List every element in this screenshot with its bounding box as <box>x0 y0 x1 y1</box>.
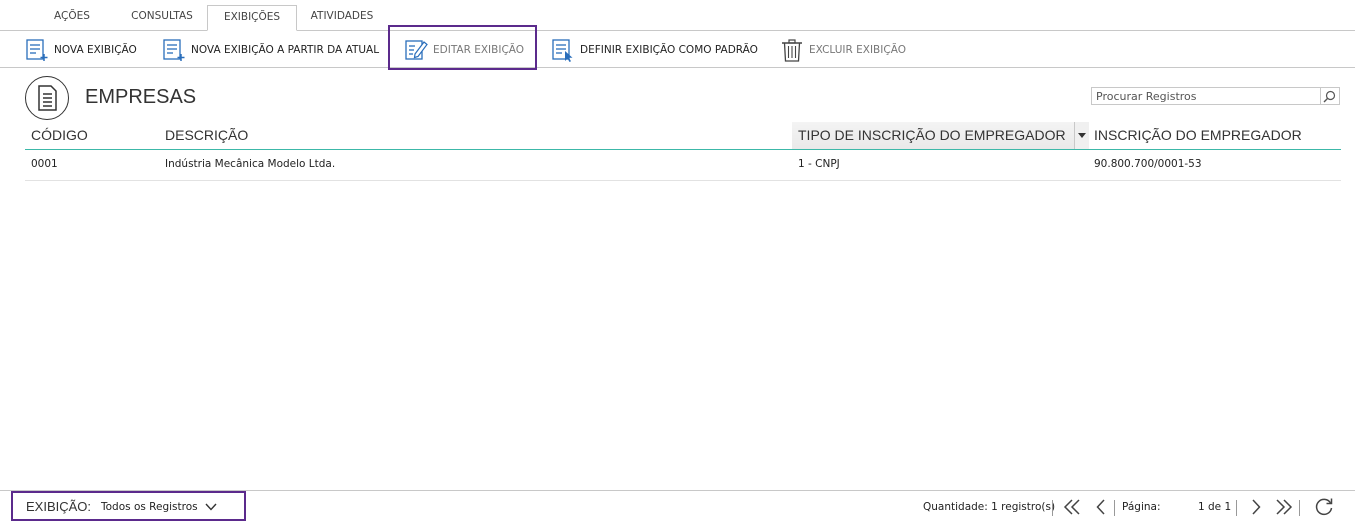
search-box <box>1091 87 1340 105</box>
search-input[interactable] <box>1092 88 1320 104</box>
default-list-icon <box>551 38 575 62</box>
previous-page-icon[interactable] <box>1090 495 1112 519</box>
cell-inscricao: 90.800.700/0001-53 <box>1094 158 1202 170</box>
edit-list-icon <box>404 38 428 62</box>
delete-view-button[interactable]: EXCLUIR EXIBIÇÃO <box>780 37 906 63</box>
tab-bar: AÇÕES CONSULTAS EXIBIÇÕES ATIVIDADES <box>0 0 1355 31</box>
tab-acoes[interactable]: AÇÕES <box>40 6 104 29</box>
set-default-view-button[interactable]: DEFINIR EXIBIÇÃO COMO PADRÃO <box>551 37 758 63</box>
tab-atividades[interactable]: ATIVIDADES <box>300 6 384 29</box>
view-label: EXIBIÇÃO: <box>26 499 92 514</box>
page-indicator: 1 de 1 <box>1198 501 1232 513</box>
record-count: Quantidade: 1 registro(s) <box>923 501 1056 513</box>
tab-consultas[interactable]: CONSULTAS <box>120 6 204 29</box>
footer-bar: EXIBIÇÃO: Todos os Registros Quantidade:… <box>0 490 1355 525</box>
edit-view-button[interactable]: EDITAR EXIBIÇÃO <box>404 37 524 63</box>
set-default-view-label: DEFINIR EXIBIÇÃO COMO PADRÃO <box>580 44 758 56</box>
divider <box>1114 500 1115 516</box>
delete-view-label: EXCLUIR EXIBIÇÃO <box>809 44 906 56</box>
tab-exibicoes[interactable]: EXIBIÇÕES <box>207 5 297 31</box>
refresh-icon[interactable] <box>1313 495 1335 519</box>
page-title: EMPRESAS <box>85 86 197 108</box>
edit-view-label: EDITAR EXIBIÇÃO <box>433 44 525 56</box>
chevron-down-icon <box>205 503 217 511</box>
search-icon[interactable] <box>1319 88 1339 104</box>
column-header-descricao[interactable]: DESCRIÇÃO <box>165 127 248 143</box>
cell-descricao: Indústria Mecânica Modelo Ltda. <box>165 158 336 170</box>
document-icon <box>25 76 69 120</box>
sort-dropdown-icon[interactable] <box>1074 122 1089 149</box>
cell-codigo: 0001 <box>31 158 58 170</box>
new-view-from-current-label: NOVA EXIBIÇÃO A PARTIR DA ATUAL <box>191 44 380 56</box>
new-view-from-current-button[interactable]: NOVA EXIBIÇÃO A PARTIR DA ATUAL <box>162 37 379 63</box>
divider <box>1236 500 1237 516</box>
divider <box>1299 500 1300 516</box>
column-header-codigo[interactable]: CÓDIGO <box>31 127 88 143</box>
next-page-icon[interactable] <box>1245 495 1267 519</box>
last-page-icon[interactable] <box>1273 495 1295 519</box>
column-header-tipo-inscricao[interactable]: TIPO DE INSCRIÇÃO DO EMPREGADOR <box>798 127 1066 143</box>
table-row[interactable]: 0001 Indústria Mecânica Modelo Ltda. 1 -… <box>25 150 1341 181</box>
new-list-icon <box>25 38 49 62</box>
view-selector[interactable]: Todos os Registros <box>101 497 217 517</box>
trash-icon <box>780 38 804 62</box>
cell-tipo-inscricao: 1 - CNPJ <box>798 158 840 170</box>
new-list-icon <box>162 38 186 62</box>
new-view-label: NOVA EXIBIÇÃO <box>54 44 137 56</box>
ribbon-toolbar: NOVA EXIBIÇÃO NOVA EXIBIÇÃO A PARTIR DA … <box>0 31 1355 68</box>
page-label: Página: <box>1122 501 1161 513</box>
new-view-button[interactable]: NOVA EXIBIÇÃO <box>25 37 137 63</box>
first-page-icon[interactable] <box>1061 495 1083 519</box>
divider <box>1052 500 1053 516</box>
view-selector-value: Todos os Registros <box>101 501 198 513</box>
column-header-inscricao[interactable]: INSCRIÇÃO DO EMPREGADOR <box>1094 127 1302 143</box>
table-header: CÓDIGO DESCRIÇÃO TIPO DE INSCRIÇÃO DO EM… <box>25 122 1341 150</box>
